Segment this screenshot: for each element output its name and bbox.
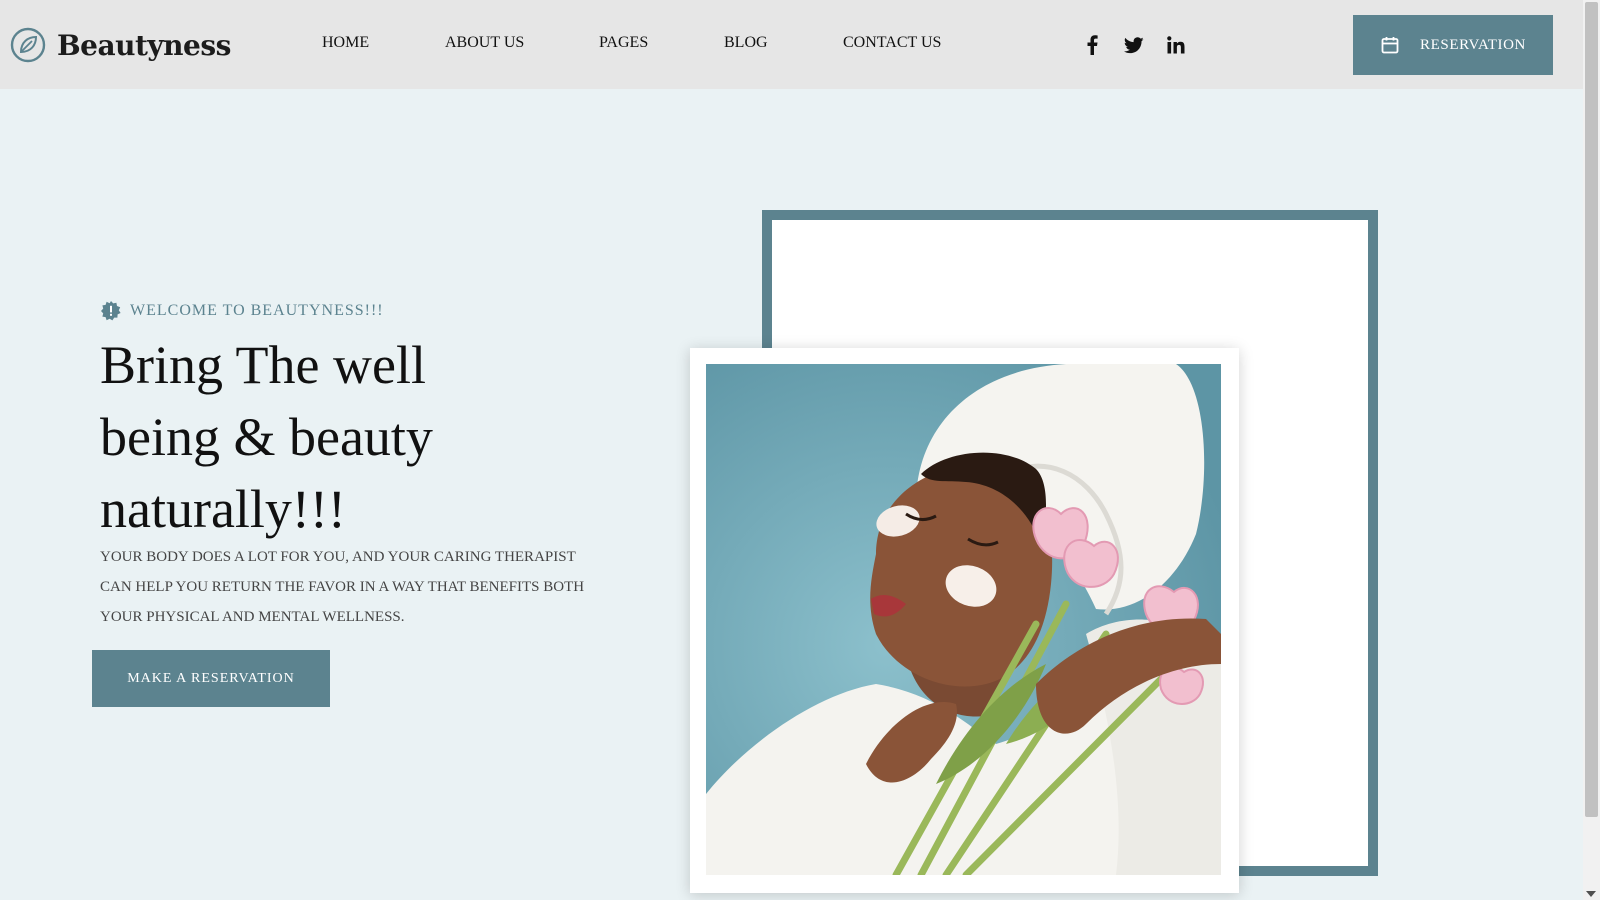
make-reservation-button[interactable]: MAKE A RESERVATION <box>92 650 330 707</box>
hero-description: YOUR BODY DOES A LOT FOR YOU, AND YOUR C… <box>100 549 585 625</box>
social-links <box>1080 33 1188 57</box>
leaf-logo-icon <box>10 27 46 63</box>
hero-headline: Bring The well being & beauty naturally!… <box>100 335 433 539</box>
logo-text: Beautyness <box>57 28 231 62</box>
hero-photo-card <box>690 348 1239 893</box>
page-scrollbar[interactable] <box>1583 0 1600 900</box>
linkedin-icon[interactable] <box>1164 33 1188 57</box>
nav-pages[interactable]: PAGES <box>599 34 648 52</box>
calendar-icon <box>1381 37 1399 54</box>
badge-icon <box>101 301 121 321</box>
nav-blog[interactable]: BLOG <box>724 34 768 52</box>
scrollbar-thumb[interactable] <box>1585 2 1598 817</box>
facebook-icon[interactable] <box>1080 33 1104 57</box>
nav-about-us[interactable]: ABOUT US <box>445 34 524 52</box>
twitter-icon[interactable] <box>1122 33 1146 57</box>
reservation-label: RESERVATION <box>1420 36 1526 53</box>
scroll-down-arrow-icon[interactable] <box>1586 891 1596 897</box>
reservation-button[interactable]: RESERVATION <box>1353 15 1553 75</box>
nav-home[interactable]: HOME <box>322 34 369 52</box>
hero-photo <box>706 364 1221 875</box>
site-header: Beautyness HOME ABOUT US PAGES BLOG CONT… <box>0 0 1583 89</box>
nav-contact-us[interactable]: CONTACT US <box>843 34 941 52</box>
welcome-tagline: WELCOME TO BEAUTYNESS!!! <box>100 300 384 322</box>
woman-with-tulips-illustration <box>706 364 1221 875</box>
logo[interactable]: Beautyness <box>10 27 231 63</box>
welcome-text: WELCOME TO BEAUTYNESS!!! <box>130 302 384 319</box>
